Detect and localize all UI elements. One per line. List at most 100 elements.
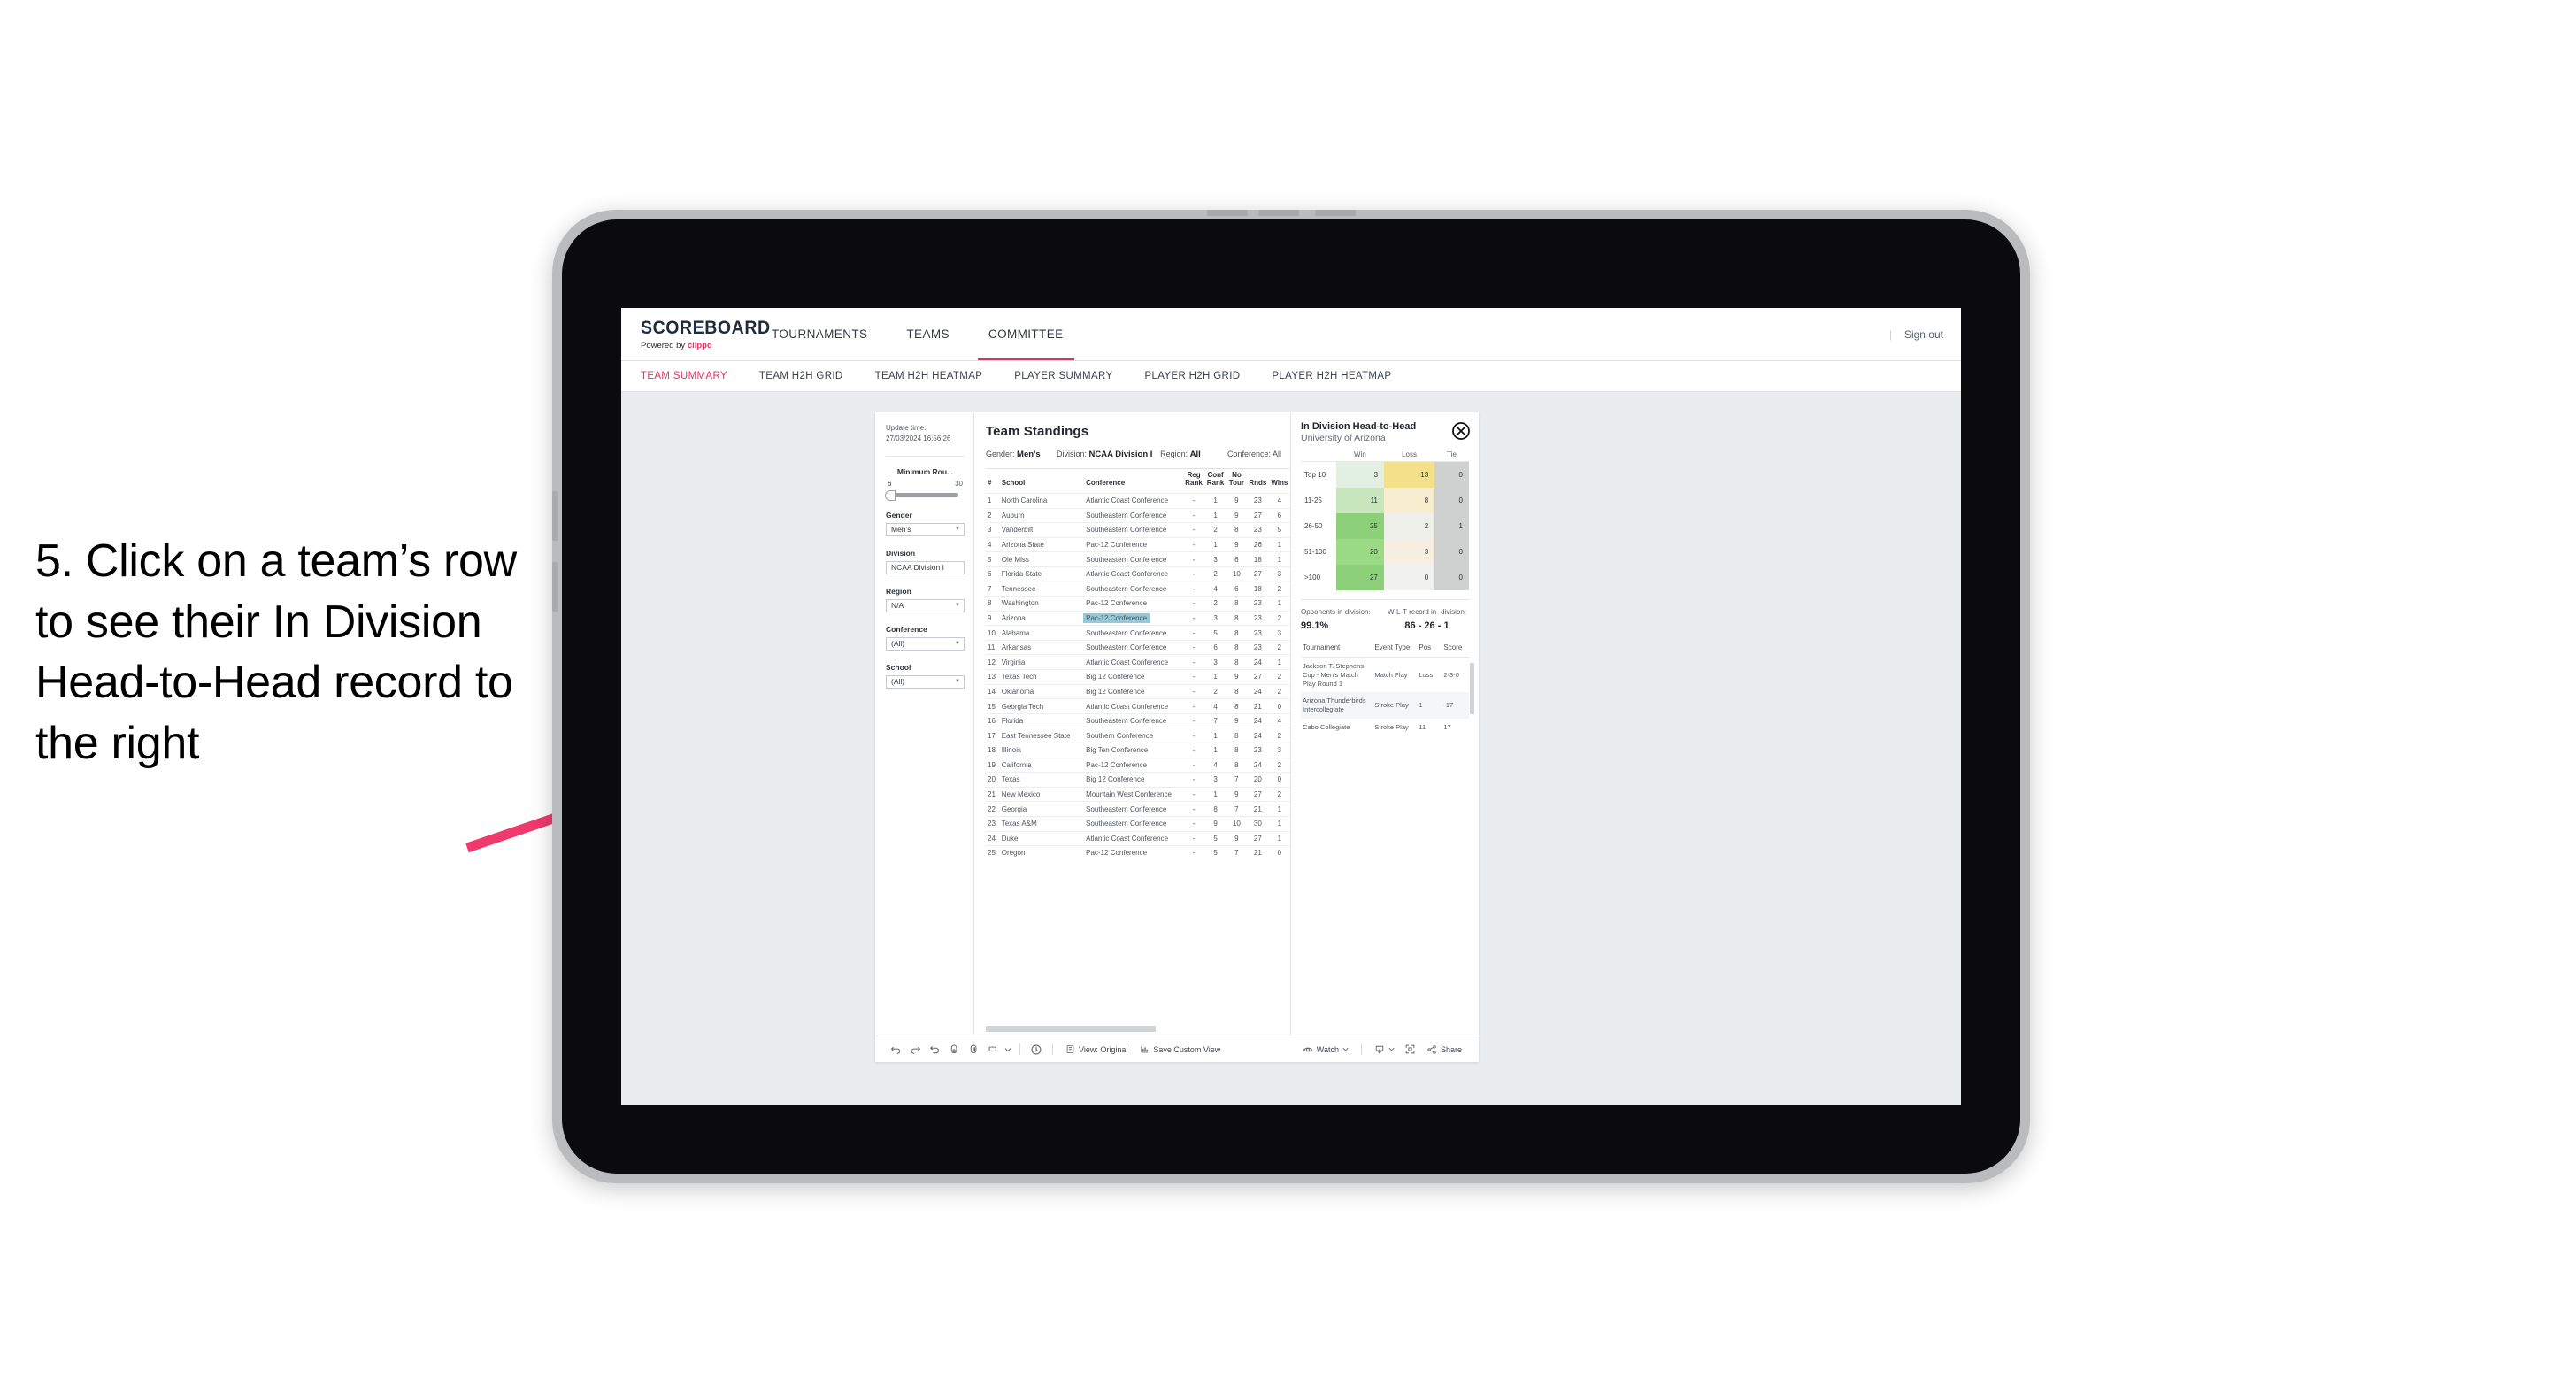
cell-wins: 3 <box>1268 625 1290 641</box>
filter-division-select[interactable]: NCAA Division I <box>886 560 965 574</box>
cell-rnds: 24 <box>1246 757 1269 773</box>
layout-icon[interactable] <box>983 1040 1003 1059</box>
nav-item-teams[interactable]: TEAMS <box>887 308 969 360</box>
h2h-band-label: Top 10 <box>1301 461 1336 488</box>
table-row[interactable]: 23 Texas A&M Southeastern Conference -9 10 30… <box>986 815 1290 832</box>
col-rnds-l1: Rnds <box>1249 478 1267 487</box>
tournament-row[interactable]: Arizona Thunderbirds Intercollegiate Stro… <box>1301 692 1469 719</box>
refresh-data-icon[interactable] <box>944 1040 964 1059</box>
table-row[interactable]: 22 Georgia Southeastern Conference -8 7 21 1 <box>986 801 1290 817</box>
cell-school: Duke <box>999 830 1085 846</box>
redo-icon[interactable] <box>905 1040 925 1059</box>
undo-icon[interactable] <box>886 1040 905 1059</box>
cell-wins: 0 <box>1268 845 1290 860</box>
chevron-down-icon[interactable] <box>1003 1040 1013 1059</box>
filter-gender-select[interactable]: Men’s ▼ <box>886 522 965 536</box>
tab-team-h2h-grid[interactable]: TEAM H2H GRID <box>759 371 859 381</box>
cell-conference: Southeastern Conference <box>1084 639 1183 655</box>
top-navbar: SCOREBOARD Powered by clippd TOURNAMENTS… <box>621 308 1961 361</box>
table-row[interactable]: 18 Illinois Big Ten Conference -1 8 23 3 <box>986 743 1290 758</box>
summary-region-label: Region: <box>1160 450 1188 458</box>
col-reg-rank[interactable]: Reg Rank <box>1183 469 1205 493</box>
view-icon <box>1065 1044 1075 1054</box>
cell-wins: 4 <box>1268 712 1290 728</box>
cell-conference: Big Ten Conference <box>1084 743 1183 758</box>
table-row[interactable]: 1 North Carolina Atlantic Coast Conference… <box>986 492 1290 508</box>
filter-gender-value: Men’s <box>891 525 911 535</box>
cell-reg-rank: - <box>1182 654 1205 670</box>
table-row[interactable]: 3 Vanderbilt Southeastern Conference -2 8 23 5 <box>986 522 1290 538</box>
col-conf-rank[interactable]: Conf Rank <box>1204 469 1226 493</box>
filter-minimum-rounds: Minimum Rou... 6 30 <box>885 467 965 502</box>
cell-rank: 3 <box>986 522 1000 538</box>
h2h-col-win: Win <box>1354 450 1366 458</box>
table-row[interactable]: 25 Oregon Pac-12 Conference -5 7 21 0 <box>986 845 1290 860</box>
tab-player-h2h-grid[interactable]: PLAYER H2H GRID <box>1144 371 1256 381</box>
col-wins[interactable]: Wins <box>1269 469 1290 493</box>
close-circle-icon[interactable] <box>1451 421 1471 441</box>
watch-button[interactable]: Watch <box>1296 1044 1355 1055</box>
table-row[interactable]: 4 Arizona State Pac-12 Conference -1 9 26 1 <box>986 536 1290 552</box>
table-row[interactable]: 17 East Tennessee State Southern Conferenc… <box>986 728 1290 743</box>
brand-logo[interactable]: SCOREBOARD Powered by clippd <box>621 308 770 360</box>
table-row[interactable]: 21 New Mexico Mountain West Conference -1 9 2… <box>986 786 1290 802</box>
tab-team-summary[interactable]: TEAM SUMMARY <box>641 371 743 381</box>
history-icon[interactable] <box>1027 1040 1046 1059</box>
slider-track[interactable] <box>885 489 958 502</box>
table-row[interactable]: 9 Arizona Pac-12 Conference -3 8 23 2 <box>986 610 1290 626</box>
col-rnds[interactable]: Rnds <box>1247 469 1269 493</box>
col-rank[interactable]: # <box>986 469 1000 493</box>
table-row[interactable]: 12 Virginia Atlantic Coast Conference -3 8 24… <box>986 654 1290 670</box>
filter-conference-select[interactable]: (All) ▼ <box>886 636 965 651</box>
table-row[interactable]: 14 Oklahoma Big 12 Conference -2 8 24 2 <box>986 683 1290 699</box>
tournament-row[interactable]: Cabo Collegiate Stroke Play 11 17 <box>1301 719 1469 736</box>
revert-icon[interactable] <box>925 1040 944 1059</box>
slider-max-value: 30 <box>955 480 963 489</box>
cell-school: Arizona State <box>999 536 1085 552</box>
share-button[interactable]: Share <box>1420 1044 1468 1055</box>
table-row[interactable]: 24 Duke Atlantic Coast Conference -5 9 27 1 <box>986 830 1290 846</box>
table-row[interactable]: 11 Arkansas Southeastern Conference -6 8 23 2 <box>986 639 1290 655</box>
fullscreen-icon[interactable] <box>1401 1040 1420 1059</box>
nav-item-tournaments[interactable]: TOURNAMENTS <box>752 308 887 360</box>
table-row[interactable]: 20 Texas Big 12 Conference -3 7 20 0 <box>986 772 1290 788</box>
tab-player-summary[interactable]: PLAYER SUMMARY <box>1014 371 1128 381</box>
cell-tournament-name: Cabo Collegiate <box>1303 722 1350 731</box>
cell-conference: Pac-12 Conference <box>1084 845 1183 860</box>
nav-item-committee[interactable]: COMMITTEE <box>969 308 1083 360</box>
save-custom-view-button[interactable]: Save Custom View <box>1134 1044 1226 1054</box>
h2h-band-label: >100 <box>1301 565 1336 590</box>
pause-icon[interactable] <box>964 1040 983 1059</box>
col-conference[interactable]: Conference <box>1084 469 1183 493</box>
tab-player-h2h-heatmap[interactable]: PLAYER H2H HEATMAP <box>1272 371 1407 381</box>
horizontal-scrollbar[interactable] <box>986 1026 1156 1032</box>
cell-reg-rank: - <box>1182 830 1205 846</box>
col-no-tour[interactable]: No Tour <box>1226 469 1247 493</box>
table-row[interactable]: 16 Florida Southeastern Conference -7 9 24 4 <box>986 712 1290 728</box>
view-original-button[interactable]: View: Original <box>1059 1044 1134 1054</box>
table-row[interactable]: 19 California Pac-12 Conference -4 8 24 2 <box>986 757 1290 773</box>
table-row[interactable]: 10 Alabama Southeastern Conference -5 8 23 3 <box>986 625 1290 641</box>
download-button[interactable] <box>1368 1044 1401 1055</box>
table-row[interactable]: 5 Ole Miss Southeastern Conference -3 6 18 1 <box>986 551 1290 567</box>
vertical-scrollbar[interactable] <box>1470 663 1474 714</box>
table-row[interactable]: 7 Tennessee Southeastern Conference -4 6 18 2 <box>986 581 1290 597</box>
signout-link[interactable]: Sign out <box>1904 328 1943 341</box>
filter-region-select[interactable]: N/A ▼ <box>886 598 965 612</box>
filter-school-select[interactable]: (All) ▼ <box>886 674 965 689</box>
tab-team-h2h-heatmap[interactable]: TEAM H2H HEATMAP <box>875 371 999 381</box>
cell-conference: Pac-12 Conference <box>1084 596 1183 612</box>
cell-rank: 22 <box>986 801 1000 817</box>
col-school[interactable]: School <box>1000 469 1084 493</box>
slider-handle[interactable] <box>885 489 896 502</box>
table-row[interactable]: 6 Florida State Atlantic Coast Conference -… <box>986 566 1290 581</box>
cell-school: Florida <box>999 712 1085 728</box>
table-row[interactable]: 8 Washington Pac-12 Conference -2 8 23 1 <box>986 596 1290 612</box>
table-row[interactable]: 2 Auburn Southeastern Conference -1 9 27 6 <box>986 507 1290 523</box>
cell-reg-rank: - <box>1182 507 1205 523</box>
table-row[interactable]: 15 Georgia Tech Atlantic Coast Conference -… <box>986 698 1290 714</box>
h2h-header-row: Win Loss Tie <box>1301 450 1469 462</box>
table-row[interactable]: 13 Texas Tech Big 12 Conference -1 9 27 2 <box>986 669 1290 685</box>
tournament-row[interactable]: Jackson T. Stephens Cup - Men’s Match Pl… <box>1301 658 1469 693</box>
cell-reg-rank: - <box>1182 801 1205 817</box>
